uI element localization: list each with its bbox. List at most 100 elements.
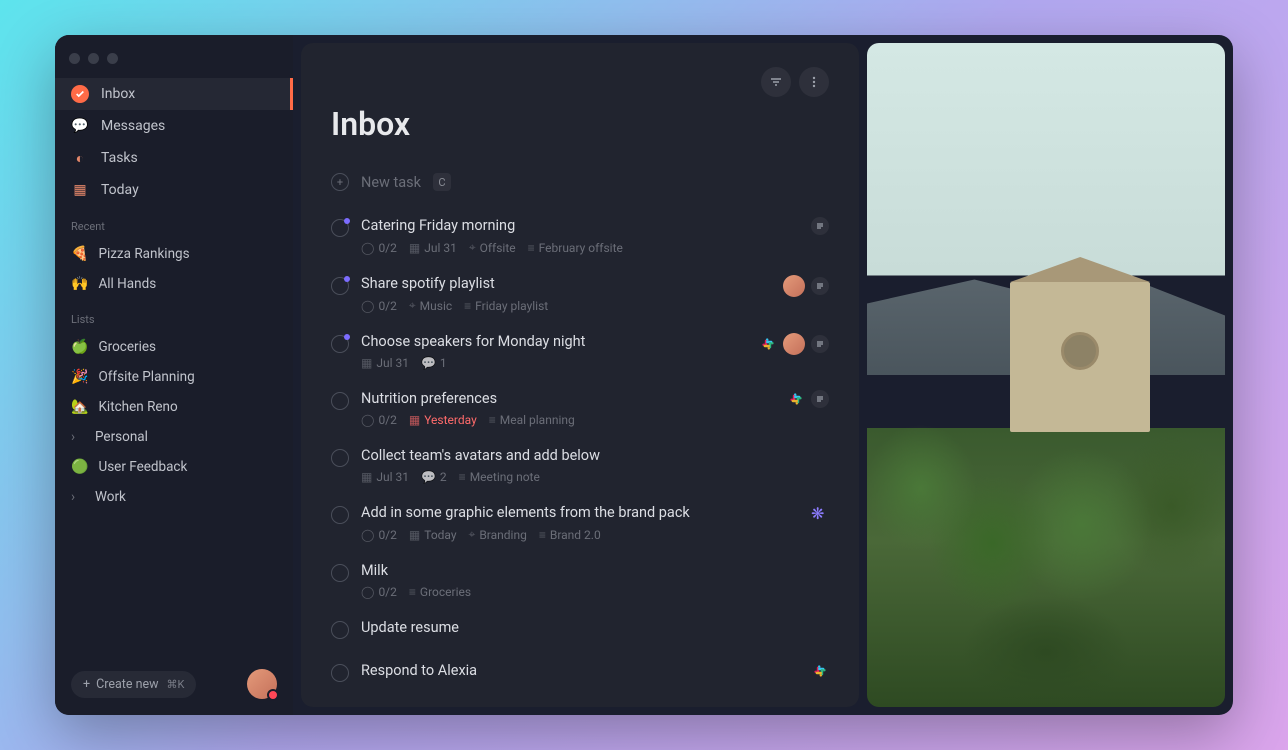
hands-icon: 🙌 xyxy=(71,276,88,292)
page-title: Inbox xyxy=(331,105,829,143)
calendar-icon: ▦ xyxy=(409,413,420,427)
chevron-right-icon: › xyxy=(71,429,85,445)
task-checkbox[interactable] xyxy=(331,449,349,467)
task-checkbox[interactable] xyxy=(331,392,349,410)
task-meta: ◯0/2▦Yesterday≡Meal planning xyxy=(361,413,767,427)
plus-circle-icon: + xyxy=(331,173,349,191)
list-emoji-icon: 🍏 xyxy=(71,339,88,355)
tasks-icon: ◐ xyxy=(71,149,89,167)
calendar-icon: ▦ xyxy=(409,528,420,542)
task-checkbox[interactable] xyxy=(331,277,349,295)
task-item[interactable]: Catering Friday morning◯0/2▦Jul 31⌖Offsi… xyxy=(331,209,829,265)
note-icon: ≡ xyxy=(459,470,466,484)
recent-section-label: Recent xyxy=(55,206,293,239)
sidebar-bottom: + Create new ⌘K xyxy=(55,653,293,715)
assignee-avatar[interactable] xyxy=(783,275,805,297)
list-item-label: Personal xyxy=(95,429,148,445)
nav-inbox[interactable]: Inbox xyxy=(55,78,293,110)
traffic-lights xyxy=(55,47,293,78)
pizza-icon: 🍕 xyxy=(71,246,88,262)
calendar-icon: ▦ xyxy=(361,356,372,370)
tag-icon: ⌖ xyxy=(409,298,416,313)
task-item[interactable]: Nutrition preferences◯0/2▦Yesterday≡Meal… xyxy=(331,382,829,437)
calendar-icon: ▦ xyxy=(361,470,372,484)
nav-messages[interactable]: 💬 Messages xyxy=(55,110,293,142)
user-avatar[interactable] xyxy=(247,669,277,699)
task-detail-button[interactable] xyxy=(811,335,829,353)
task-item[interactable]: Collect team's avatars and add below▦Jul… xyxy=(331,439,829,494)
task-meta: ▦Jul 31💬1 xyxy=(361,356,739,370)
task-tag: Music xyxy=(420,299,452,313)
assignee-avatar[interactable] xyxy=(783,333,805,355)
minimize-window-icon[interactable] xyxy=(88,53,99,64)
task-checkbox[interactable] xyxy=(331,664,349,682)
create-new-button[interactable]: + Create new ⌘K xyxy=(71,671,196,698)
task-title: Update resume xyxy=(361,619,829,636)
task-checkbox[interactable] xyxy=(331,219,349,237)
task-title: Choose speakers for Monday night xyxy=(361,333,739,350)
sidebar-list-item[interactable]: 🎉 Offsite Planning xyxy=(55,362,293,392)
nav-tasks[interactable]: ◐ Tasks xyxy=(55,142,293,174)
create-label: Create new xyxy=(96,677,158,692)
task-note: Meeting note xyxy=(470,470,540,484)
task-item[interactable]: Respond to Alexia xyxy=(331,654,829,695)
filter-button[interactable] xyxy=(761,67,791,97)
close-window-icon[interactable] xyxy=(69,53,80,64)
task-item[interactable]: Milk◯0/2≡Groceries xyxy=(331,554,829,609)
subtask-icon: ◯ xyxy=(361,585,374,599)
nav-label: Today xyxy=(101,182,139,198)
list-item-label: Work xyxy=(95,489,126,505)
comment-icon: 💬 xyxy=(421,356,436,370)
sidebar-list-item[interactable]: 🟢User Feedback xyxy=(55,452,293,482)
recent-item-pizza-rankings[interactable]: 🍕 Pizza Rankings xyxy=(55,239,293,269)
task-date: Today xyxy=(424,528,456,542)
slack-icon[interactable] xyxy=(759,335,777,353)
note-icon: ≡ xyxy=(489,413,496,427)
chevron-right-icon: › xyxy=(71,489,85,505)
list-item-label: Pizza Rankings xyxy=(98,246,189,262)
sidebar-list-item[interactable]: 🍏 Groceries xyxy=(55,332,293,362)
list-emoji-icon: 🎉 xyxy=(71,369,88,385)
task-checkbox[interactable] xyxy=(331,506,349,524)
note-icon: ≡ xyxy=(464,299,471,313)
task-list[interactable]: Catering Friday morning ◯ 0/2 ▦ Jul 31 ⌖ Offsi… xyxy=(331,209,829,707)
tag-icon: ⌖ xyxy=(469,527,476,542)
list-emoji-icon: 🏡 xyxy=(71,399,88,415)
list-item-label: Offsite Planning xyxy=(98,369,194,385)
sidebar-list-item[interactable]: › Personal xyxy=(55,422,293,452)
task-title: Catering Friday morning xyxy=(361,217,791,234)
task-tag: Offsite xyxy=(480,241,516,255)
task-title: Milk xyxy=(361,562,829,579)
task-item[interactable]: Choose speakers for Monday night ▦Jul 31💬… xyxy=(331,325,829,380)
task-detail-button[interactable] xyxy=(811,390,829,408)
task-detail-button[interactable] xyxy=(811,277,829,295)
slack-icon[interactable] xyxy=(787,390,805,408)
task-item[interactable]: Share spotify playlist◯0/2⌖Music≡Friday … xyxy=(331,267,829,323)
task-checkbox[interactable] xyxy=(331,564,349,582)
sidebar-list-item[interactable]: 🏡 Kitchen Reno xyxy=(55,392,293,422)
subtask-count: 0/2 xyxy=(378,299,396,313)
sidebar: Inbox 💬 Messages ◐ Tasks ▦ Today Recent … xyxy=(55,35,293,715)
list-item-label: User Feedback xyxy=(98,459,187,475)
recent-item-all-hands[interactable]: 🙌 All Hands xyxy=(55,269,293,299)
task-checkbox[interactable] xyxy=(331,335,349,353)
task-item[interactable]: Update resume xyxy=(331,611,829,652)
maximize-window-icon[interactable] xyxy=(107,53,118,64)
subtask-count: 0/2 xyxy=(378,413,396,427)
task-date: Jul 31 xyxy=(376,470,409,484)
more-options-button[interactable] xyxy=(799,67,829,97)
background-trees xyxy=(867,342,1225,707)
new-task-button[interactable]: + New task C xyxy=(331,169,829,209)
subtask-icon: ◯ xyxy=(361,528,374,542)
task-checkbox[interactable] xyxy=(331,621,349,639)
slack-icon[interactable] xyxy=(811,662,829,680)
list-item-label: Kitchen Reno xyxy=(98,399,177,415)
task-item[interactable]: Add in some graphic elements from the br… xyxy=(331,496,829,552)
task-date: Jul 31 xyxy=(424,241,457,255)
messages-icon: 💬 xyxy=(71,117,89,135)
nav-today[interactable]: ▦ Today xyxy=(55,174,293,206)
status-dot-icon xyxy=(267,689,279,701)
task-detail-button[interactable] xyxy=(811,217,829,235)
list-item-label: Groceries xyxy=(98,339,156,355)
sidebar-list-item[interactable]: › Work xyxy=(55,482,293,512)
